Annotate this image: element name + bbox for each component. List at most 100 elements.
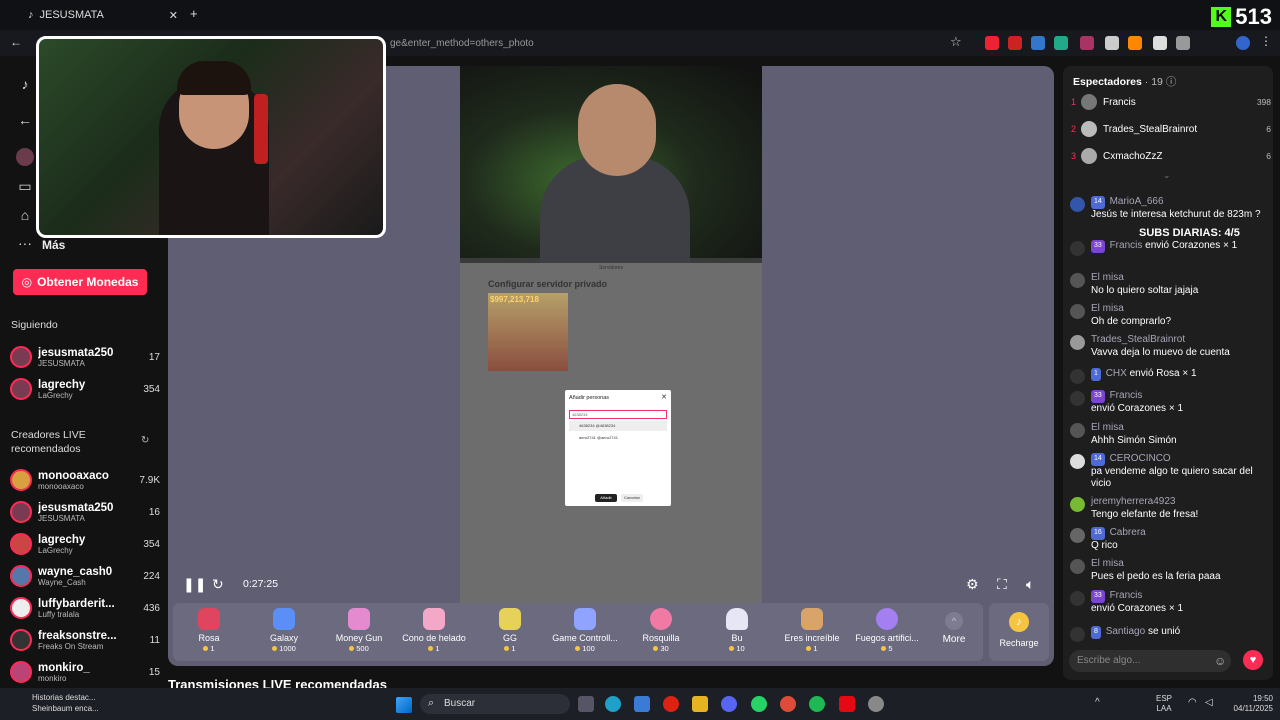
spotify-icon[interactable] — [809, 696, 825, 712]
extension-icon[interactable] — [1128, 36, 1142, 50]
following-item[interactable]: jesusmata250 JESUSMATA 17 — [10, 342, 160, 372]
app-icon[interactable] — [868, 696, 884, 712]
extension-icon[interactable] — [1153, 36, 1167, 50]
clock-time: 19:50 — [1252, 694, 1273, 703]
avatar-icon[interactable] — [16, 148, 34, 166]
live-item[interactable]: monooaxaco monooaxaco 7.9K — [10, 465, 160, 495]
profile-icon[interactable] — [1236, 36, 1250, 50]
settings-icon[interactable]: ⚙ — [966, 576, 979, 593]
chat-message: El misa No lo quiero soltar jajaja — [1070, 272, 1266, 297]
chevron-down-icon[interactable]: ⌄ — [1163, 170, 1171, 181]
emoji-icon[interactable]: ☺ — [1214, 654, 1226, 668]
extension-icon[interactable] — [1054, 36, 1068, 50]
top-viewer[interactable]: 3 CxmachoZzZ 6 — [1071, 145, 1271, 167]
new-tab-button[interactable]: + — [190, 6, 198, 21]
chat-input[interactable]: Escribe algo... — [1069, 650, 1231, 672]
menu-icon[interactable]: ⋮ — [1260, 34, 1272, 48]
following-item[interactable]: lagrechy LaGrechy 354 — [10, 374, 160, 404]
more-dots-icon[interactable]: ··· — [16, 235, 34, 253]
star-icon[interactable]: ☆ — [950, 34, 962, 50]
home-icon[interactable]: ⌂ — [16, 207, 34, 225]
gift-item[interactable]: Eres increíble 1 — [775, 606, 849, 658]
store-icon[interactable] — [634, 696, 650, 712]
live-item[interactable]: lagrechy LaGrechy 354 — [10, 529, 160, 559]
pause-icon[interactable]: ❚❚ — [183, 576, 206, 593]
live-icon[interactable]: ▭ — [16, 178, 34, 196]
news-widget[interactable]: Historias destac... Sheinbaum enca... — [10, 692, 110, 716]
live-item[interactable]: wayne_cash0 Wayne_Cash 224 — [10, 561, 160, 591]
back-icon[interactable]: ← — [10, 35, 22, 49]
extension-icon[interactable] — [1105, 36, 1119, 50]
viewer-count: 354 — [143, 383, 160, 395]
gift-price: 30 — [624, 644, 698, 653]
gift-item[interactable]: Rosa 1 — [172, 606, 246, 658]
speaker-icon[interactable]: ◁ — [1205, 697, 1213, 708]
volume-icon[interactable]: 🔈︎ — [1026, 576, 1034, 593]
close-icon[interactable]: ✕ — [169, 9, 178, 22]
extension-icon[interactable] — [1080, 36, 1094, 50]
gift-item[interactable]: Game Controll... 100 — [548, 606, 622, 658]
puzzle-icon[interactable] — [1176, 36, 1190, 50]
task-view-icon[interactable] — [578, 696, 594, 712]
tiktok-logo-icon[interactable]: ♪ — [16, 76, 34, 94]
chrome-icon[interactable] — [780, 696, 796, 712]
kick-count: 513 — [1235, 4, 1272, 29]
opera-icon[interactable] — [663, 696, 679, 712]
recharge-button[interactable]: ♪ Recharge — [989, 603, 1049, 661]
live-item[interactable]: jesusmata250 JESUSMATA 16 — [10, 497, 160, 527]
live-video[interactable]: Servidores Configurar servidor privado $… — [460, 66, 762, 604]
fullscreen-icon[interactable]: ⛶ — [997, 576, 1007, 593]
browser-tab[interactable]: ♪ JESUSMATA ✕ — [28, 4, 178, 26]
account-name: wayne_cash0 — [38, 565, 113, 578]
avatar — [10, 597, 32, 619]
refresh-icon[interactable]: ↻ — [212, 576, 224, 593]
url-field[interactable]: ge&enter_method=others_photo — [390, 35, 970, 53]
gift-item[interactable]: Rosquilla 30 — [624, 606, 698, 658]
windows-start-icon[interactable] — [396, 697, 412, 713]
extension-icon[interactable] — [1008, 36, 1022, 50]
get-coins-button[interactable]: ◎ Obtener Monedas — [13, 269, 147, 295]
viewer-count: 224 — [143, 570, 160, 582]
gift-item[interactable]: Galaxy 1000 — [247, 606, 321, 658]
back-arrow-icon[interactable]: ← — [16, 112, 34, 130]
account-sub: monkiro — [38, 673, 67, 683]
live-item[interactable]: monkiro_ monkiro 15 — [10, 657, 160, 687]
gift-item[interactable]: Fuegos artifici... 5 — [850, 606, 924, 658]
live-item[interactable]: luffybarderit... Luffy tralala 436 — [10, 593, 160, 623]
gift-price: 1000 — [247, 644, 321, 653]
gift-name: GG — [502, 633, 517, 643]
extension-icon[interactable] — [985, 36, 999, 50]
gift-item[interactable]: Cono de helado 1 — [397, 606, 471, 658]
netflix-icon[interactable] — [839, 696, 855, 712]
top-viewer[interactable]: 1 Francis 398 — [1071, 91, 1271, 113]
more-gifts-button[interactable]: ^ More — [937, 606, 971, 658]
gift-item[interactable]: GG 1 — [473, 606, 547, 658]
refresh-icon[interactable]: ↻ — [141, 435, 149, 446]
whatsapp-icon[interactable] — [751, 696, 767, 712]
galaxy-icon — [273, 608, 295, 630]
chat-message: 33 Francis envió Corazones × 1 — [1070, 240, 1266, 256]
chevron-up-icon[interactable]: ^ — [1095, 697, 1100, 708]
gift-item[interactable]: Money Gun 500 — [322, 606, 396, 658]
viewer-rank: 3 — [1071, 151, 1077, 161]
folder-icon[interactable] — [692, 696, 708, 712]
wifi-icon[interactable]: ◠ — [1188, 697, 1197, 708]
chat-text: envió Corazones × 1 — [1091, 602, 1184, 614]
more-label[interactable]: Más — [42, 238, 65, 252]
account-sub: LaGrechy — [38, 390, 73, 400]
language-indicator[interactable]: ESP LAA — [1156, 694, 1172, 714]
gift-price: 1 — [172, 644, 246, 653]
top-viewer[interactable]: 2 Trades_StealBrainrot 6 — [1071, 118, 1271, 140]
gift-item[interactable]: Bu 10 — [700, 606, 774, 658]
gg-icon — [499, 608, 521, 630]
clock[interactable]: 19:50 04/11/2025 — [1225, 694, 1273, 714]
edge-icon[interactable] — [605, 696, 621, 712]
taskbar-search[interactable]: Buscar — [420, 694, 570, 714]
spectators-header[interactable]: Espectadores · 19 ⓘ — [1073, 74, 1176, 89]
live-item[interactable]: freaksonstre... Freaks On Stream 11 — [10, 625, 160, 655]
discord-icon[interactable] — [721, 696, 737, 712]
account-sub: JESUSMATA — [38, 513, 85, 523]
extension-icon[interactable] — [1031, 36, 1045, 50]
chat-user: Francis — [1109, 390, 1143, 401]
heart-icon[interactable]: ♥ — [1243, 650, 1263, 670]
